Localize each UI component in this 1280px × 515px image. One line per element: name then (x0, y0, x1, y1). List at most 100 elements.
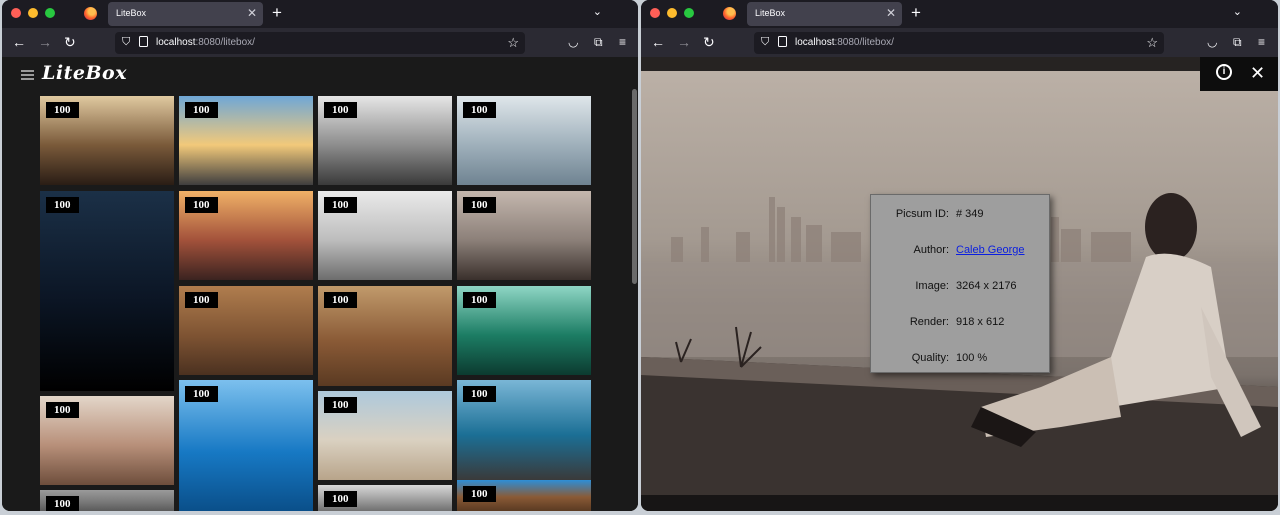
zoom-window-button[interactable] (45, 8, 55, 18)
forward-icon[interactable]: → (38, 34, 52, 50)
gallery-tile[interactable]: 100 (318, 286, 452, 386)
pocket-icon[interactable]: ◡ (568, 35, 578, 49)
render-value: 918 x 612 (956, 316, 1005, 328)
quality-badge: 100 (46, 197, 79, 213)
reload-icon[interactable]: ↻ (64, 34, 76, 50)
menu-icon[interactable]: ≡ (1258, 35, 1265, 49)
close-window-button[interactable] (650, 8, 660, 18)
author-label: Author: (913, 244, 949, 256)
firefox-icon (723, 7, 736, 20)
info-icon[interactable]: i (1216, 64, 1232, 80)
url-bar[interactable]: ⛉ localhost:8080/litebox/ ☆ (115, 32, 525, 54)
quality-badge: 100 (463, 292, 496, 308)
menu-icon[interactable]: ≡ (619, 35, 626, 49)
picsum-label: Picsum ID: (895, 208, 949, 220)
author-value: Caleb George (956, 244, 1025, 256)
quality-badge: 100 (324, 197, 357, 213)
navigation-toolbar: ← → ↻ ⛉ localhost:8080/litebox/ ☆ ◡ ⧉ ≡ (2, 28, 638, 57)
tab-title: LiteBox (116, 8, 147, 18)
quality-badge: 100 (324, 491, 357, 507)
gallery-tile[interactable]: 100 (179, 380, 313, 511)
extensions-icon[interactable]: ⧉ (1233, 35, 1242, 49)
minimize-window-button[interactable] (28, 8, 38, 18)
new-tab-icon[interactable]: + (272, 3, 282, 23)
bookmark-star-icon[interactable]: ☆ (507, 35, 519, 51)
gallery-tile[interactable]: 100 (40, 191, 174, 391)
pocket-icon[interactable]: ◡ (1207, 35, 1217, 49)
lightbox-bottom-strip (641, 495, 1278, 511)
render-label: Render: (909, 316, 949, 328)
gallery-tile[interactable]: 100 (318, 485, 452, 511)
image-grid: 100 100 100 100 100 100 100 100 100 100 100 100 100 1… (2, 57, 602, 511)
url-text: localhost:8080/litebox/ (795, 37, 894, 48)
gallery-tile[interactable]: 100 (457, 380, 591, 480)
tab-title: LiteBox (755, 8, 786, 18)
gallery-tile[interactable]: 100 (457, 191, 591, 280)
scrollbar[interactable] (632, 89, 637, 284)
gallery-tile[interactable]: 100 (457, 286, 591, 375)
forward-icon[interactable]: → (677, 34, 691, 50)
info-row-picsum: Picsum ID: # 349 (871, 208, 1049, 224)
tab-bar: LiteBox ✕ + ⌄ (2, 0, 638, 28)
back-icon[interactable]: ← (651, 34, 665, 50)
url-host: localhost (795, 37, 835, 48)
shield-icon[interactable]: ⛉ (761, 36, 769, 49)
page-icon (139, 36, 148, 47)
quality-badge: 100 (324, 397, 357, 413)
close-window-button[interactable] (11, 8, 21, 18)
gallery-tile[interactable]: 100 (457, 480, 591, 511)
reload-icon[interactable]: ↻ (703, 34, 715, 50)
info-row-quality: Quality: 100 % (871, 352, 1049, 368)
gallery-tile[interactable]: 100 (318, 191, 452, 280)
tab-close-icon[interactable]: ✕ (886, 6, 896, 20)
extensions-icon[interactable]: ⧉ (594, 35, 603, 49)
window-controls (11, 8, 55, 18)
lightbox-controls: i ✕ (1200, 57, 1278, 91)
quality-badge: 100 (463, 386, 496, 402)
tab-close-icon[interactable]: ✕ (247, 6, 257, 20)
lightbox-overlay: i ✕ Picsum ID: # 349 Author: Caleb Georg… (641, 57, 1278, 511)
window-controls (650, 8, 694, 18)
gallery-tile[interactable]: 100 (179, 191, 313, 280)
gallery-tile[interactable]: 100 (40, 396, 174, 485)
picsum-value: # 349 (956, 208, 984, 220)
new-tab-icon[interactable]: + (911, 3, 921, 23)
url-text: localhost:8080/litebox/ (156, 37, 255, 48)
chevron-down-icon[interactable]: ⌄ (1233, 5, 1242, 18)
back-icon[interactable]: ← (12, 34, 26, 50)
url-path: :8080/litebox/ (834, 37, 894, 48)
url-bar[interactable]: ⛉ localhost:8080/litebox/ ☆ (754, 32, 1164, 54)
tab-bar: LiteBox ✕ + ⌄ (641, 0, 1278, 28)
gallery-tile[interactable]: 100 (318, 391, 452, 480)
image-label: Image: (915, 280, 949, 292)
gallery-tile[interactable]: 100 (40, 96, 174, 185)
gallery-tile[interactable]: 100 (179, 286, 313, 375)
zoom-window-button[interactable] (684, 8, 694, 18)
bookmark-star-icon[interactable]: ☆ (1146, 35, 1158, 51)
image-info-panel: Picsum ID: # 349 Author: Caleb George Im… (870, 194, 1050, 373)
litebox-page: LiteBox 100 100 100 100 100 100 100 100 100 100 10… (2, 57, 638, 511)
tab-litebox[interactable]: LiteBox ✕ (747, 2, 902, 26)
info-row-image: Image: 3264 x 2176 (871, 280, 1049, 296)
tab-litebox[interactable]: LiteBox ✕ (108, 2, 263, 26)
gallery-tile[interactable]: 100 (457, 96, 591, 185)
quality-badge: 100 (46, 102, 79, 118)
author-link[interactable]: Caleb George (956, 244, 1025, 256)
gallery-tile[interactable]: 100 (179, 96, 313, 185)
page-icon (778, 36, 787, 47)
quality-badge: 100 (185, 197, 218, 213)
close-icon[interactable]: ✕ (1250, 64, 1265, 82)
quality-badge: 100 (324, 292, 357, 308)
navigation-toolbar: ← → ↻ ⛉ localhost:8080/litebox/ ☆ ◡ ⧉ ≡ (641, 28, 1278, 57)
chevron-down-icon[interactable]: ⌄ (593, 5, 602, 18)
gallery-tile[interactable]: 100 (318, 96, 452, 185)
lightbox-top-strip (641, 57, 1278, 71)
quality-label: Quality: (911, 352, 949, 364)
quality-badge: 100 (324, 102, 357, 118)
gallery-tile[interactable]: 100 (40, 490, 174, 511)
minimize-window-button[interactable] (667, 8, 677, 18)
browser-window-left: LiteBox ✕ + ⌄ ← → ↻ ⛉ localhost:8080/lit… (2, 0, 638, 511)
quality-badge: 100 (463, 102, 496, 118)
quality-badge: 100 (46, 402, 79, 418)
shield-icon[interactable]: ⛉ (122, 36, 130, 49)
